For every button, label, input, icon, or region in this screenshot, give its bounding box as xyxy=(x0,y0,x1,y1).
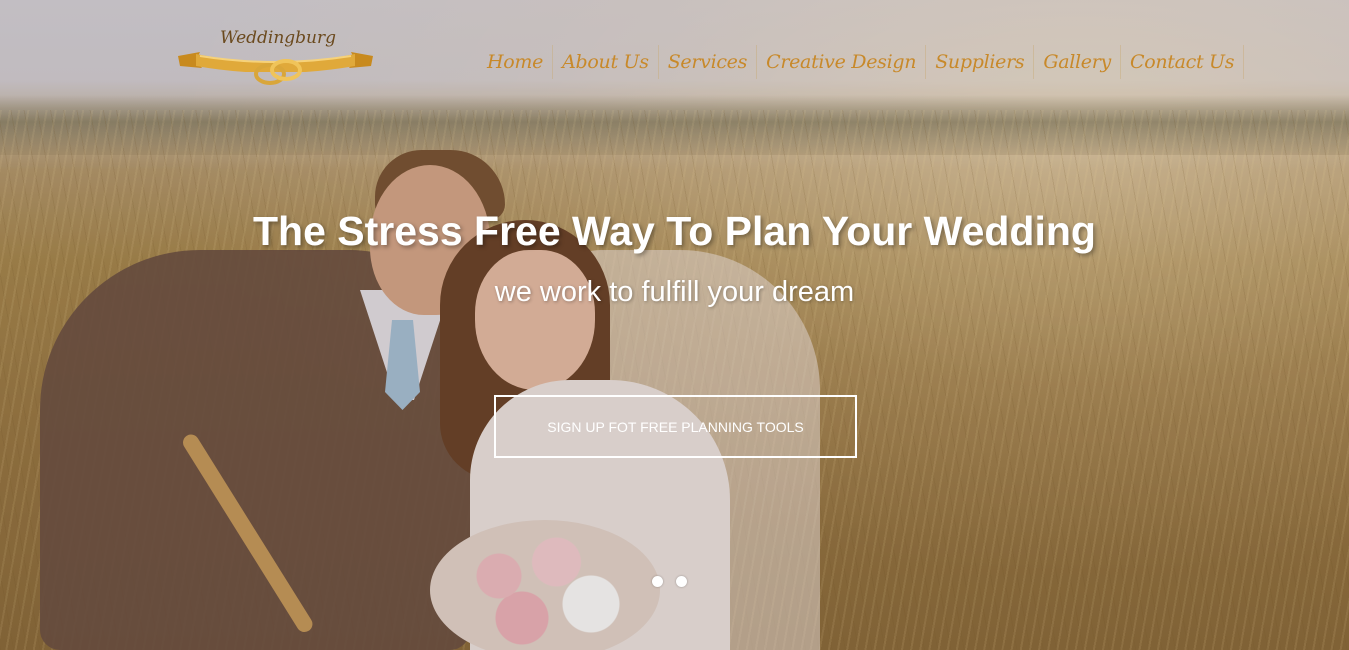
slider-pagination xyxy=(652,576,687,587)
nav-item-services[interactable]: Services xyxy=(659,45,758,79)
nav-item-home[interactable]: Home xyxy=(478,45,554,79)
hero-subtitle: we work to fulfill your dream xyxy=(494,276,855,308)
slide-dot-2[interactable] xyxy=(676,576,687,587)
nav-item-about-us[interactable]: About Us xyxy=(553,45,659,79)
nav-item-gallery[interactable]: Gallery xyxy=(1034,45,1121,79)
logo-text: Weddingburg xyxy=(219,28,337,48)
hero-title: The Stress Free Way To Plan Your Wedding xyxy=(253,208,1096,254)
nav-item-contact-us[interactable]: Contact Us xyxy=(1121,45,1245,79)
hero-background-image xyxy=(0,0,1349,650)
wedding-rings-icon xyxy=(254,59,302,85)
signup-button[interactable]: SIGN UP FOT FREE PLANNING TOOLS xyxy=(494,395,857,458)
site-logo[interactable]: Weddingburg xyxy=(178,28,373,92)
main-nav: Home About Us Services Creative Design S… xyxy=(478,44,1245,80)
nav-item-suppliers[interactable]: Suppliers xyxy=(926,45,1035,79)
nav-item-creative-design[interactable]: Creative Design xyxy=(757,45,927,79)
slide-dot-1[interactable] xyxy=(652,576,663,587)
image-overlay xyxy=(0,0,1349,650)
